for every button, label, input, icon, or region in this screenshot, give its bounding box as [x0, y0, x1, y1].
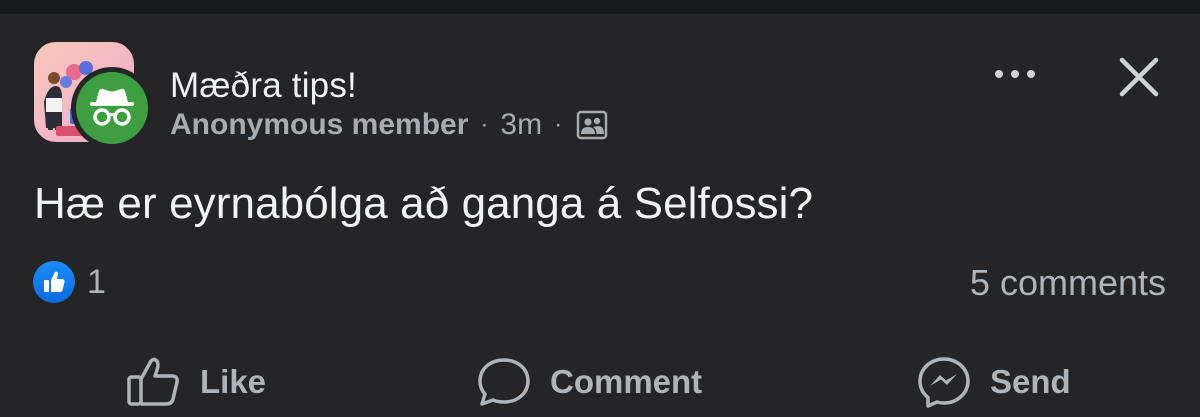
more-dot: [995, 70, 1003, 78]
post-text: Hæ er eyrnabólga að ganga á Selfossi?: [34, 179, 814, 228]
messenger-icon: [918, 357, 970, 408]
thumbs-up-icon: [127, 357, 179, 406]
reaction-count: 1: [87, 262, 106, 301]
post-meta: Anonymous member · 3m ·: [170, 107, 608, 143]
send-label: Send: [990, 363, 1071, 400]
group-name[interactable]: Mæðra tips!: [170, 66, 357, 106]
anonymous-avatar[interactable]: [76, 72, 148, 144]
like-reaction-icon: [33, 261, 75, 303]
meta-separator: ·: [480, 111, 489, 138]
like-button[interactable]: Like: [126, 352, 266, 412]
top-strip: [0, 0, 1200, 14]
meta-separator: ·: [554, 111, 563, 138]
post-card: Mæðra tips! Anonymous member · 3m · Hæ e…: [0, 14, 1200, 417]
send-button[interactable]: Send: [916, 352, 1071, 412]
comment-bubble-icon: [478, 358, 530, 406]
comment-label: Comment: [550, 363, 703, 400]
comment-button[interactable]: Comment: [476, 352, 702, 412]
close-icon: [1119, 57, 1159, 97]
like-label: Like: [200, 363, 267, 400]
reaction-summary[interactable]: 1: [33, 260, 106, 304]
post-actions: Like Comment Send: [0, 352, 1200, 412]
anonymous-incognito-icon: [90, 88, 134, 126]
more-dot: [1027, 70, 1035, 78]
close-button[interactable]: [1114, 52, 1164, 102]
group-members-icon: [576, 110, 608, 140]
post-time[interactable]: 3m: [500, 108, 542, 142]
more-options-button[interactable]: [986, 54, 1044, 94]
more-dot: [1011, 70, 1019, 78]
comments-count[interactable]: 5 comments: [970, 262, 1166, 304]
author-name[interactable]: Anonymous member: [170, 108, 468, 142]
